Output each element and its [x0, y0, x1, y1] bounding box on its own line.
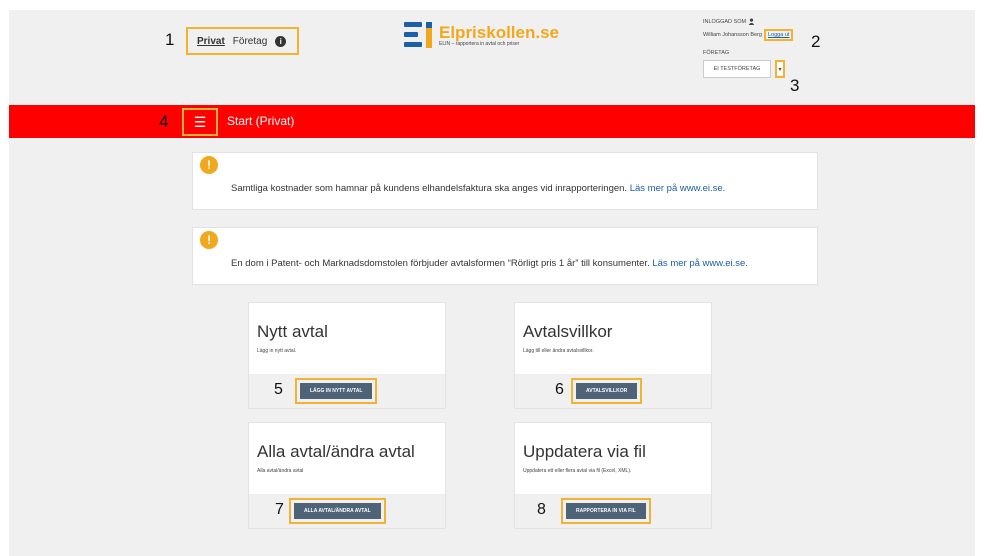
user-panel: INLOGGAD SOM William Johansson Berg Logg…	[703, 18, 853, 78]
card-all-contracts: Alla avtal/ändra avtal Alla avtal/ändra …	[248, 422, 446, 529]
card-title: Alla avtal/ändra avtal	[257, 442, 415, 461]
card-title: Nytt avtal	[257, 322, 328, 341]
mode-company-link[interactable]: Företag	[233, 36, 267, 47]
mode-private-link[interactable]: Privat	[197, 36, 225, 47]
company-select[interactable]: EI TESTFÖRETAG ▾	[703, 60, 853, 78]
callout-1: 1	[165, 30, 175, 49]
company-select-value[interactable]: EI TESTFÖRETAG	[703, 60, 771, 78]
card-new-contract: Nytt avtal Lägg in nytt avtal. 5 LÄGG IN…	[248, 302, 446, 409]
mode-switch: Privat Företag i	[186, 27, 299, 55]
chevron-down-icon[interactable]: ▾	[775, 60, 785, 78]
notice-court-ruling: ! En dom i Patent- och Marknadsdomstolen…	[192, 227, 818, 285]
info-icon[interactable]: i	[275, 35, 287, 47]
callout-7: 7	[275, 501, 284, 518]
card-title: Uppdatera via fil	[523, 442, 646, 461]
logout-link[interactable]: Logga ut	[764, 29, 794, 41]
company-label: FÖRETAG	[703, 50, 730, 56]
exclamation-icon: !	[200, 156, 218, 174]
user-name: William Johansson Berg	[703, 32, 762, 38]
callout-2: 2	[811, 32, 821, 51]
notice-text: En dom i Patent- och Marknadsdomstolen f…	[231, 258, 748, 269]
card-title: Avtalsvillkor	[523, 322, 613, 341]
logo-mark-icon	[404, 22, 432, 48]
card-description: Uppdatera ett eller flera avtal via fil …	[523, 468, 632, 474]
user-icon	[748, 18, 755, 25]
card-description: Lägg in nytt avtal.	[257, 348, 297, 354]
notice-link[interactable]: Läs mer på www.ei.se.	[630, 183, 726, 194]
hamburger-menu-icon[interactable]: ☰	[182, 108, 218, 136]
header: 1 Privat Företag i Elpriskollen.se ELIN …	[9, 10, 975, 105]
logo-name: Elpriskollen.se	[439, 22, 559, 42]
notice-costs: ! Samtliga kostnader som hamnar på kunde…	[192, 152, 818, 210]
navbar: 4 ☰ Start (Privat)	[9, 105, 975, 138]
callout-3: 3	[790, 76, 800, 95]
page: 1 Privat Företag i Elpriskollen.se ELIN …	[9, 10, 975, 556]
page-title: Start (Privat)	[227, 114, 295, 128]
contract-terms-button[interactable]: AVTALSVILLKOR	[576, 383, 638, 399]
notice-text: Samtliga kostnader som hamnar på kundens…	[231, 183, 726, 194]
card-upload-file: Uppdatera via fil Uppdatera ett eller fl…	[514, 422, 712, 529]
callout-5: 5	[274, 381, 283, 398]
card-description: Alla avtal/ändra avtal	[257, 468, 304, 474]
logged-in-as-label: INLOGGAD SOM	[703, 18, 747, 25]
card-description: Lägg till eller ändra avtalsvillkor.	[523, 348, 594, 354]
exclamation-icon: !	[200, 231, 218, 249]
new-contract-button[interactable]: LÄGG IN NYTT AVTAL	[300, 383, 373, 399]
callout-6: 6	[555, 381, 564, 398]
callout-8: 8	[537, 501, 546, 518]
upload-file-button[interactable]: RAPPORTERA IN VIA FIL	[566, 503, 646, 519]
notice-link[interactable]: Läs mer på www.ei.se.	[652, 258, 748, 269]
all-contracts-button[interactable]: ALLA AVTAL/ÄNDRA AVTAL	[294, 503, 381, 519]
logo[interactable]: Elpriskollen.se ELIN – rapportera in avt…	[404, 22, 559, 48]
card-contract-terms: Avtalsvillkor Lägg till eller ändra avta…	[514, 302, 712, 409]
callout-4: 4	[159, 112, 169, 131]
